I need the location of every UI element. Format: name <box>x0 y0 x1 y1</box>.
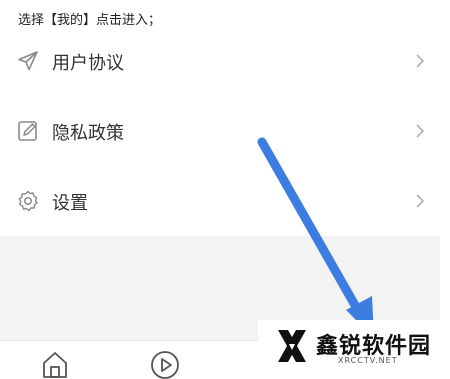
play-icon[interactable] <box>150 349 180 379</box>
watermark-subtitle: XRCCTV.NET <box>338 356 398 365</box>
menu-item-label: 用户协议 <box>52 53 124 74</box>
instruction-caption: 选择【我的】点击进入； <box>18 13 162 28</box>
home-icon[interactable] <box>40 349 70 379</box>
watermark: 鑫锐软件园 XRCCTV.NET <box>258 320 450 372</box>
gear-icon <box>18 190 38 212</box>
chevron-right-icon <box>416 194 425 208</box>
menu-item-privacy-policy[interactable]: 隐私政策 <box>0 100 440 166</box>
chevron-right-icon <box>416 54 425 68</box>
menu-item-user-agreement[interactable]: 用户协议 <box>0 30 440 96</box>
send-icon <box>18 51 38 71</box>
menu-item-settings[interactable]: 设置 <box>0 170 440 236</box>
menu-item-label: 隐私政策 <box>52 123 124 144</box>
edit-icon <box>18 121 37 141</box>
menu-item-label: 设置 <box>52 193 88 214</box>
chevron-right-icon <box>416 124 425 138</box>
x-logo-icon <box>278 330 306 362</box>
